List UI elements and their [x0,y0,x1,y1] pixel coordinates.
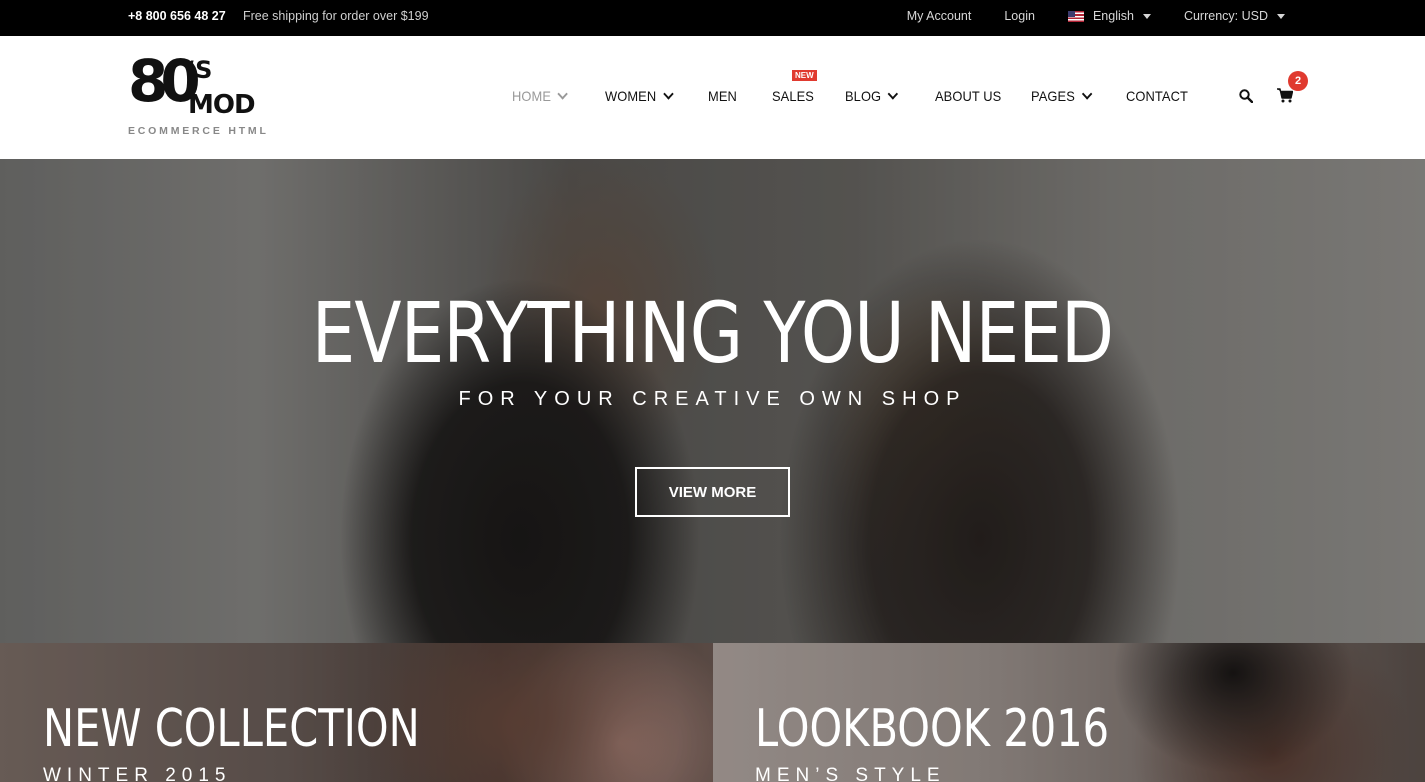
nav-item-pages[interactable]: PAGES [1031,87,1093,104]
nav-label: CONTACT [1126,88,1188,104]
nav-label: MEN [708,88,737,104]
banner-title: LOOKBOOK 2016 [755,699,1110,759]
nav-item-about-us[interactable]: ABOUT US [935,88,1001,104]
chevron-down-icon [887,87,899,100]
hero-subtitle: FOR YOUR CREATIVE OWN SHOP [458,388,967,410]
language-selector[interactable]: English [1067,9,1151,23]
nav-label: SALES [772,88,814,104]
currency-label: Currency: USD [1183,9,1268,23]
nav-item-women[interactable]: WOMEN [605,87,674,104]
logo-suffix: ‘S [186,56,213,84]
my-account-link[interactable]: My Account [907,9,972,23]
nav-item-home[interactable]: HOME [512,87,569,104]
nav-item-sales[interactable]: SALES [772,88,814,104]
logo-word: MOD [188,90,256,120]
nav-label: BLOG [845,88,882,104]
promo-banner-new-collection[interactable]: NEW COLLECTION WINTER 2015 [0,643,713,782]
top-bar: +8 800 656 48 27 Free shipping for order… [0,0,1425,36]
chevron-down-icon [663,87,674,100]
shipping-notice: Free shipping for order over $199 [243,9,429,23]
us-flag-icon [1067,10,1084,22]
hero-title: EVERYTHING YOU NEED [311,284,1114,382]
nav-label: ABOUT US [935,88,1002,104]
view-more-button[interactable]: VIEW MORE [635,467,790,517]
promo-banner-lookbook[interactable]: LOOKBOOK 2016 MEN’S STYLE [713,643,1425,782]
chevron-down-icon [557,87,569,100]
new-badge: NEW [792,70,817,81]
logo-tagline: ECOMMERCE HTML [128,125,269,137]
logo-number: 80 [128,47,201,115]
nav-item-contact[interactable]: CONTACT [1126,88,1188,104]
caret-down-icon [1142,13,1151,19]
nav-label: WOMEN [605,88,657,104]
site-logo[interactable]: 80 ‘S MOD ECOMMERCE HTML [128,52,269,140]
banner-subtitle: MEN’S STYLE [755,765,946,782]
language-label: English [1092,9,1134,23]
banner-title: NEW COLLECTION [43,699,420,759]
hero-banner: EVERYTHING YOU NEED FOR YOUR CREATIVE OW… [0,159,1425,643]
nav-item-blog[interactable]: BLOG [845,87,899,104]
phone-number[interactable]: +8 800 656 48 27 [128,9,226,23]
nav-label: PAGES [1031,88,1075,104]
search-icon[interactable] [1239,89,1254,104]
banner-subtitle: WINTER 2015 [43,765,232,782]
nav-item-men[interactable]: MEN [708,88,737,104]
caret-down-icon [1277,13,1285,19]
top-bar-links: My Account Login English Currency: USD [907,9,1285,23]
cart-count-badge: 2 [1288,71,1308,91]
nav-label: HOME [512,88,552,104]
site-header: 80 ‘S MOD ECOMMERCE HTML HOME WOMEN MEN … [0,36,1425,159]
login-link[interactable]: Login [1004,9,1035,23]
cart-icon[interactable] [1277,88,1294,103]
currency-selector[interactable]: Currency: USD [1184,9,1285,23]
chevron-down-icon [1081,87,1093,100]
